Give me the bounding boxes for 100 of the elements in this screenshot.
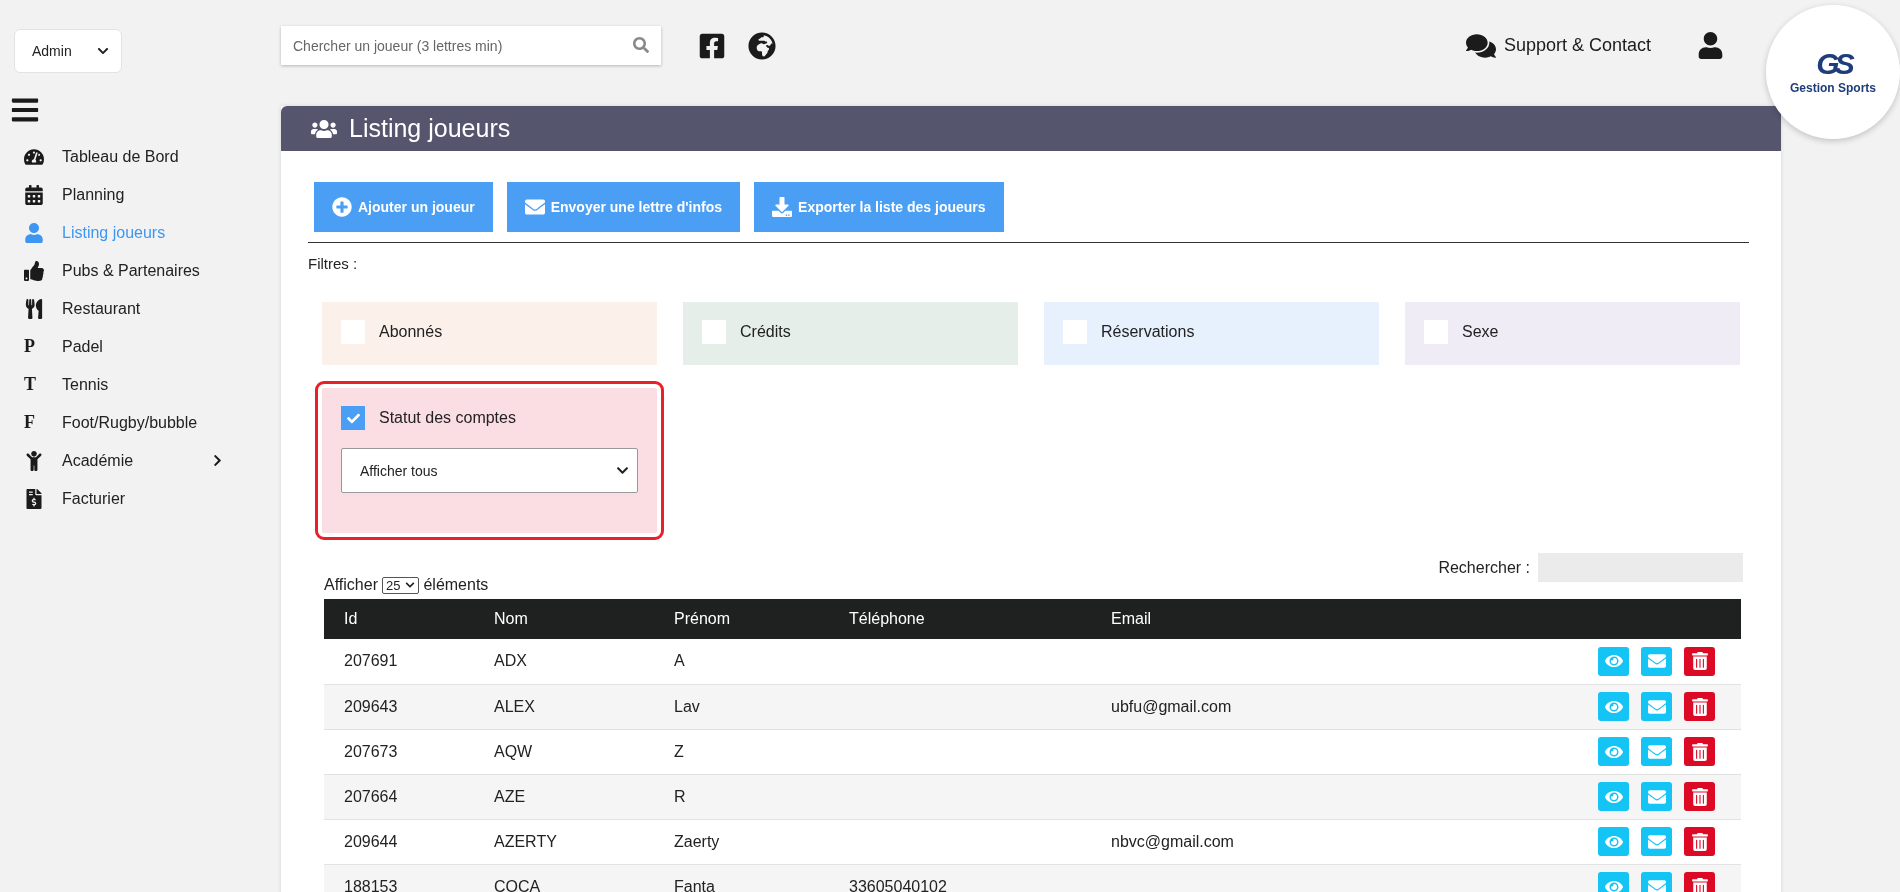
calendar-icon xyxy=(24,184,44,205)
table-cell: A xyxy=(674,652,685,670)
panel-title: Listing joueurs xyxy=(349,114,511,143)
status-select[interactable]: Afficher tous xyxy=(341,448,638,493)
envelope-icon xyxy=(1647,742,1666,761)
mail-button[interactable] xyxy=(1641,782,1672,811)
facebook-icon[interactable] xyxy=(698,31,726,60)
envelope-icon xyxy=(1647,877,1666,892)
table-cell: R xyxy=(674,787,686,805)
sidebar-item[interactable]: Tableau de Bord xyxy=(24,143,224,170)
envelope-icon xyxy=(1647,787,1666,806)
column-header[interactable]: Nom xyxy=(474,599,654,639)
chevron-down-icon xyxy=(97,45,109,57)
trash-icon xyxy=(1690,697,1709,716)
table-cell: 207673 xyxy=(344,742,398,760)
filter-label: Sexe xyxy=(1462,323,1499,341)
download-icon xyxy=(772,197,793,217)
table-cell: AZE xyxy=(494,787,526,805)
utensils-icon xyxy=(24,298,44,319)
checkbox[interactable] xyxy=(702,320,726,344)
checkbox[interactable] xyxy=(341,406,365,430)
logo-name: Gestion Sports xyxy=(1790,81,1876,95)
trash-icon xyxy=(1690,832,1709,851)
check-icon xyxy=(346,411,360,425)
table-cell: ADX xyxy=(494,652,527,670)
mail-button[interactable] xyxy=(1641,737,1672,766)
table-cell: COCA xyxy=(494,877,541,892)
filter-label: Statut des comptes xyxy=(379,409,516,427)
sidebar-item[interactable]: Facturier xyxy=(24,485,224,512)
envelope-icon xyxy=(1647,652,1666,671)
length-label: éléments xyxy=(423,576,489,594)
chevron-down-icon xyxy=(616,464,629,477)
letter-icon: T xyxy=(24,374,36,395)
delete-button[interactable] xyxy=(1684,782,1715,811)
filter-label: Réservations xyxy=(1101,323,1195,341)
sidebar-item[interactable]: P Padel xyxy=(24,333,224,360)
view-button[interactable] xyxy=(1598,827,1629,856)
thumbs-up-icon xyxy=(24,260,44,281)
plus-icon xyxy=(332,197,352,217)
table-cell: 207664 xyxy=(344,787,398,805)
table-cell: Zaerty xyxy=(674,832,720,850)
letter-icon: P xyxy=(24,336,35,357)
table-cell: 188153 xyxy=(344,877,398,892)
chevron-right-icon[interactable] xyxy=(211,454,224,467)
role-select[interactable]: Admin xyxy=(14,29,122,73)
mail-button[interactable] xyxy=(1641,646,1672,676)
sidebar-item[interactable]: F Foot/Rugby/bubble xyxy=(24,409,224,436)
table-cell: Z xyxy=(674,742,684,760)
view-button[interactable] xyxy=(1598,646,1629,676)
table-cell: ubfu@gmail.com xyxy=(1111,697,1232,715)
user-icon[interactable] xyxy=(1697,32,1724,59)
table-search-label: Rechercher : xyxy=(1438,558,1530,577)
trash-icon xyxy=(1690,877,1709,892)
view-button[interactable] xyxy=(1598,737,1629,766)
delete-button[interactable] xyxy=(1684,827,1715,856)
mail-button[interactable] xyxy=(1641,692,1672,721)
envelope-icon xyxy=(524,197,545,217)
letter-icon: F xyxy=(24,412,35,433)
gauge-icon xyxy=(24,146,44,167)
trash-icon xyxy=(1690,787,1709,806)
delete-button[interactable] xyxy=(1684,646,1715,676)
filter-label: Crédits xyxy=(740,323,791,341)
column-header[interactable]: Prénom xyxy=(654,599,829,639)
table-cell: 33605040102 xyxy=(849,877,947,892)
sidebar-item[interactable]: Académie xyxy=(24,447,224,474)
filters-label: Filtres : xyxy=(308,255,359,272)
table-cell: nbvc@gmail.com xyxy=(1111,832,1234,850)
globe-icon[interactable] xyxy=(748,31,776,60)
mail-button[interactable] xyxy=(1641,827,1672,856)
checkbox[interactable] xyxy=(1063,320,1087,344)
person-icon xyxy=(24,450,44,471)
user-icon xyxy=(24,222,44,243)
sidebar-item[interactable]: Planning xyxy=(24,181,224,208)
search-icon xyxy=(633,37,649,53)
sidebar-item[interactable]: T Tennis xyxy=(24,371,224,398)
chevron-down-icon xyxy=(405,580,416,590)
column-header[interactable]: Téléphone xyxy=(829,599,1091,639)
trash-icon xyxy=(1690,742,1709,761)
table-cell: AZERTY xyxy=(494,832,557,850)
view-button[interactable] xyxy=(1598,692,1629,721)
support-link[interactable]: Support & Contact xyxy=(1465,30,1651,61)
filter-label: Abonnés xyxy=(379,323,443,341)
sidebar-item[interactable]: Pubs & Partenaires xyxy=(24,257,224,284)
table-cell: Fanta xyxy=(674,877,715,892)
table-cell: AQW xyxy=(494,742,533,760)
table-cell: ALEX xyxy=(494,697,535,715)
column-header[interactable]: Email xyxy=(1091,599,1416,639)
page-length-select[interactable]: 25 xyxy=(381,576,420,594)
column-header[interactable]: Id xyxy=(324,599,474,639)
trash-icon xyxy=(1690,652,1709,671)
table-cell: Lav xyxy=(674,697,700,715)
delete-button[interactable] xyxy=(1684,692,1715,721)
invoice-icon xyxy=(24,488,44,509)
search-field[interactable]: Chercher un joueur (3 lettres min) xyxy=(281,26,661,65)
delete-button[interactable] xyxy=(1684,737,1715,766)
sidebar-item[interactable]: Restaurant xyxy=(24,295,224,322)
logo-mark: GS xyxy=(1816,49,1850,79)
view-button[interactable] xyxy=(1598,782,1629,811)
table-cell: 207691 xyxy=(344,652,398,670)
table-cell: 209644 xyxy=(344,832,398,850)
